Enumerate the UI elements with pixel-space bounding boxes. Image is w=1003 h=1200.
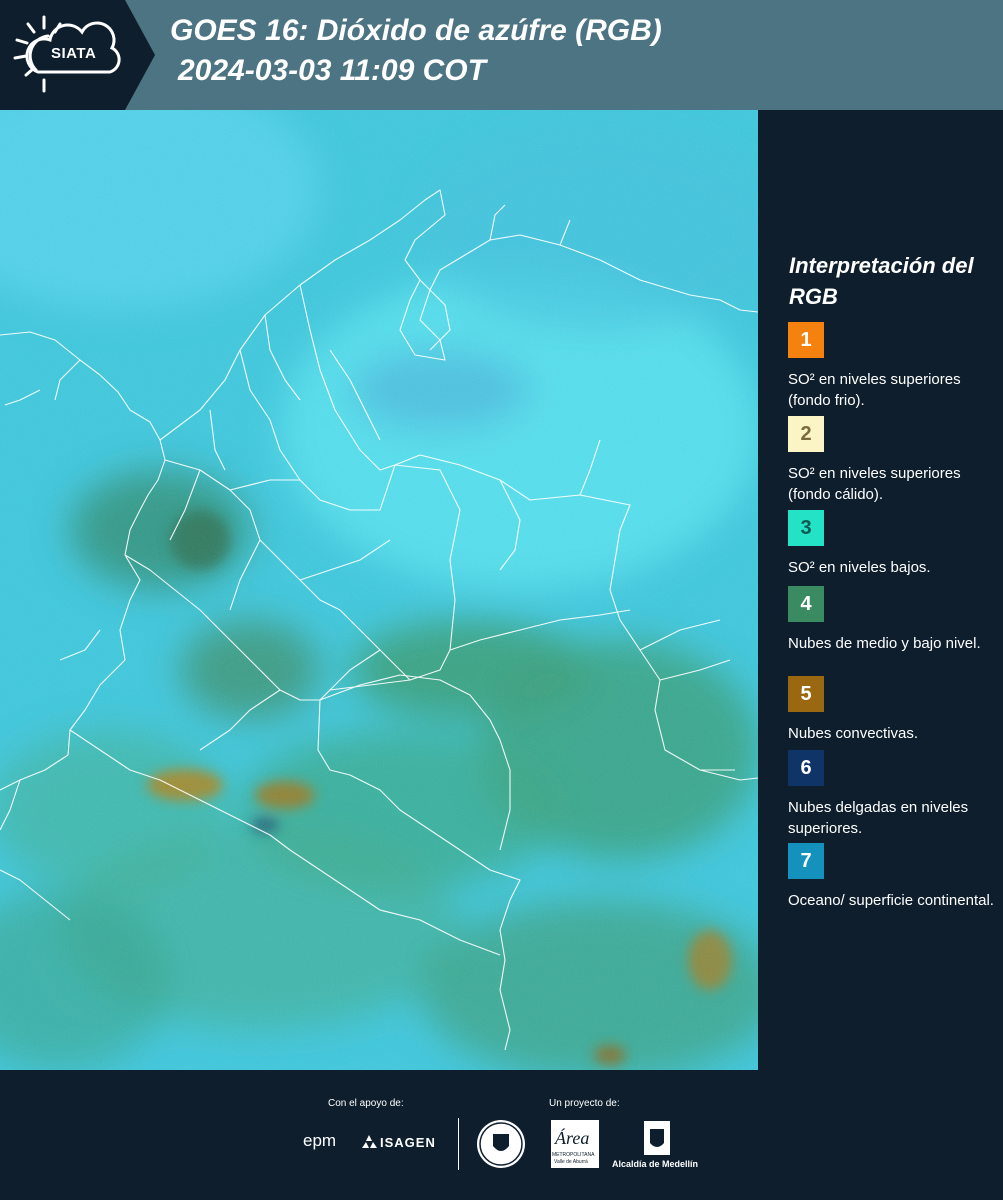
legend-swatch-4: 4	[788, 586, 824, 622]
legend-label: SO² en niveles superiores (fondo frio).	[788, 371, 961, 409]
legend-item-2: 2 SO² en niveles superiores (fondo cálid…	[788, 416, 998, 505]
legend-number: 7	[800, 849, 812, 872]
legend-number: 6	[800, 756, 812, 779]
isagen-icon	[362, 1135, 377, 1148]
epm-logo: epm	[303, 1131, 337, 1150]
legend-swatch-6: 6	[788, 750, 824, 786]
legend-number: 5	[800, 682, 812, 705]
footer-divider	[458, 1118, 459, 1170]
legend-swatch-3: 3	[788, 510, 824, 546]
area-logo-sub: METROPOLITANA	[552, 1152, 595, 1158]
legend-item-6: 6 Nubes delgadas en niveles superiores.	[788, 750, 998, 839]
medellin-seal	[477, 1120, 525, 1168]
legend-number: 2	[800, 422, 812, 445]
satellite-map[interactable]	[0, 110, 758, 1070]
legend-number: 1	[800, 328, 812, 351]
support-label: Con el apoyo de:	[328, 1098, 404, 1109]
legend-label: SO² en niveles superiores (fondo cálido)…	[788, 465, 961, 503]
legend-number: 4	[800, 592, 812, 615]
legend-swatch-7: 7	[788, 843, 824, 879]
legend-label: Nubes delgadas en niveles superiores.	[788, 799, 969, 837]
area-logo-name: Área	[555, 1128, 590, 1148]
project-label: Un proyecto de:	[549, 1098, 620, 1109]
legend-swatch-2: 2	[788, 416, 824, 452]
page-timestamp: 2024-03-03 11:09 COT	[178, 54, 486, 87]
page-title: GOES 16: Dióxido de azúfre (RGB)	[170, 14, 662, 47]
legend-number: 3	[800, 516, 812, 539]
legend-swatch-5: 5	[788, 676, 824, 712]
legend-swatch-1: 1	[788, 322, 824, 358]
area-logo-sub2: Valle de Aburrá	[554, 1159, 588, 1165]
alcaldia-shield-icon	[644, 1121, 670, 1155]
logo-label: SIATA	[51, 45, 97, 62]
satellite-image	[0, 110, 758, 1070]
legend-label: Oceano/ superficie continental.	[788, 892, 994, 909]
legend-label: Nubes de medio y bajo nivel.	[788, 635, 981, 652]
legend-item-7: 7 Oceano/ superficie continental.	[788, 843, 998, 911]
legend-item-5: 5 Nubes convectivas.	[788, 676, 998, 744]
footer: Con el apoyo de: Un proyecto de: epm ISA…	[0, 1070, 1003, 1200]
legend-panel: Interpretación del RGB 1 SO² en niveles …	[762, 110, 1003, 1070]
header-bar: SIATA GOES 16: Dióxido de azúfre (RGB) 2…	[0, 0, 1003, 110]
legend-item-4: 4 Nubes de medio y bajo nivel.	[788, 586, 998, 654]
area-metropolitana-logo: Área METROPOLITANA Valle de Aburrá	[551, 1120, 599, 1168]
legend-label: Nubes convectivas.	[788, 725, 919, 742]
isagen-logo: ISAGEN	[380, 1135, 436, 1150]
legend-item-1: 1 SO² en niveles superiores (fondo frio)…	[788, 322, 998, 411]
alcaldia-label: Alcaldía de Medellín	[612, 1159, 699, 1169]
legend-label: SO² en niveles bajos.	[788, 559, 931, 576]
shield-icon	[479, 1122, 523, 1166]
legend-title: Interpretación del RGB	[789, 253, 974, 309]
siata-logo: SIATA	[0, 0, 155, 110]
legend-item-3: 3 SO² en niveles bajos.	[788, 510, 998, 578]
